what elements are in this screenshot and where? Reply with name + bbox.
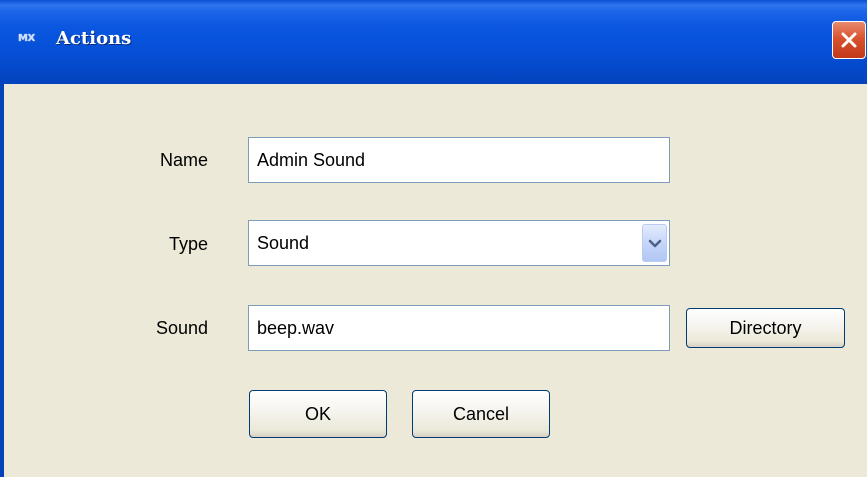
actions-dialog: MX Actions Name Type Sound Sound Directo… [0,0,867,477]
type-select[interactable]: Sound [248,220,670,266]
sound-label: Sound [155,318,208,338]
chevron-down-icon [648,239,662,248]
type-dropdown-button[interactable] [642,224,667,262]
type-label: Type [168,234,208,254]
title-bar[interactable]: MX Actions [0,0,867,84]
name-input[interactable] [248,137,670,183]
name-label: Name [159,150,208,170]
window-title: Actions [56,28,132,49]
close-icon [841,32,857,48]
app-icon: MX [18,33,35,44]
cancel-button[interactable]: Cancel [412,390,550,438]
type-select-value: Sound [257,233,310,253]
ok-button[interactable]: OK [249,390,387,438]
sound-input[interactable] [248,305,670,351]
window-frame-left [0,84,4,477]
close-button[interactable] [832,21,866,59]
directory-button[interactable]: Directory [686,308,845,348]
